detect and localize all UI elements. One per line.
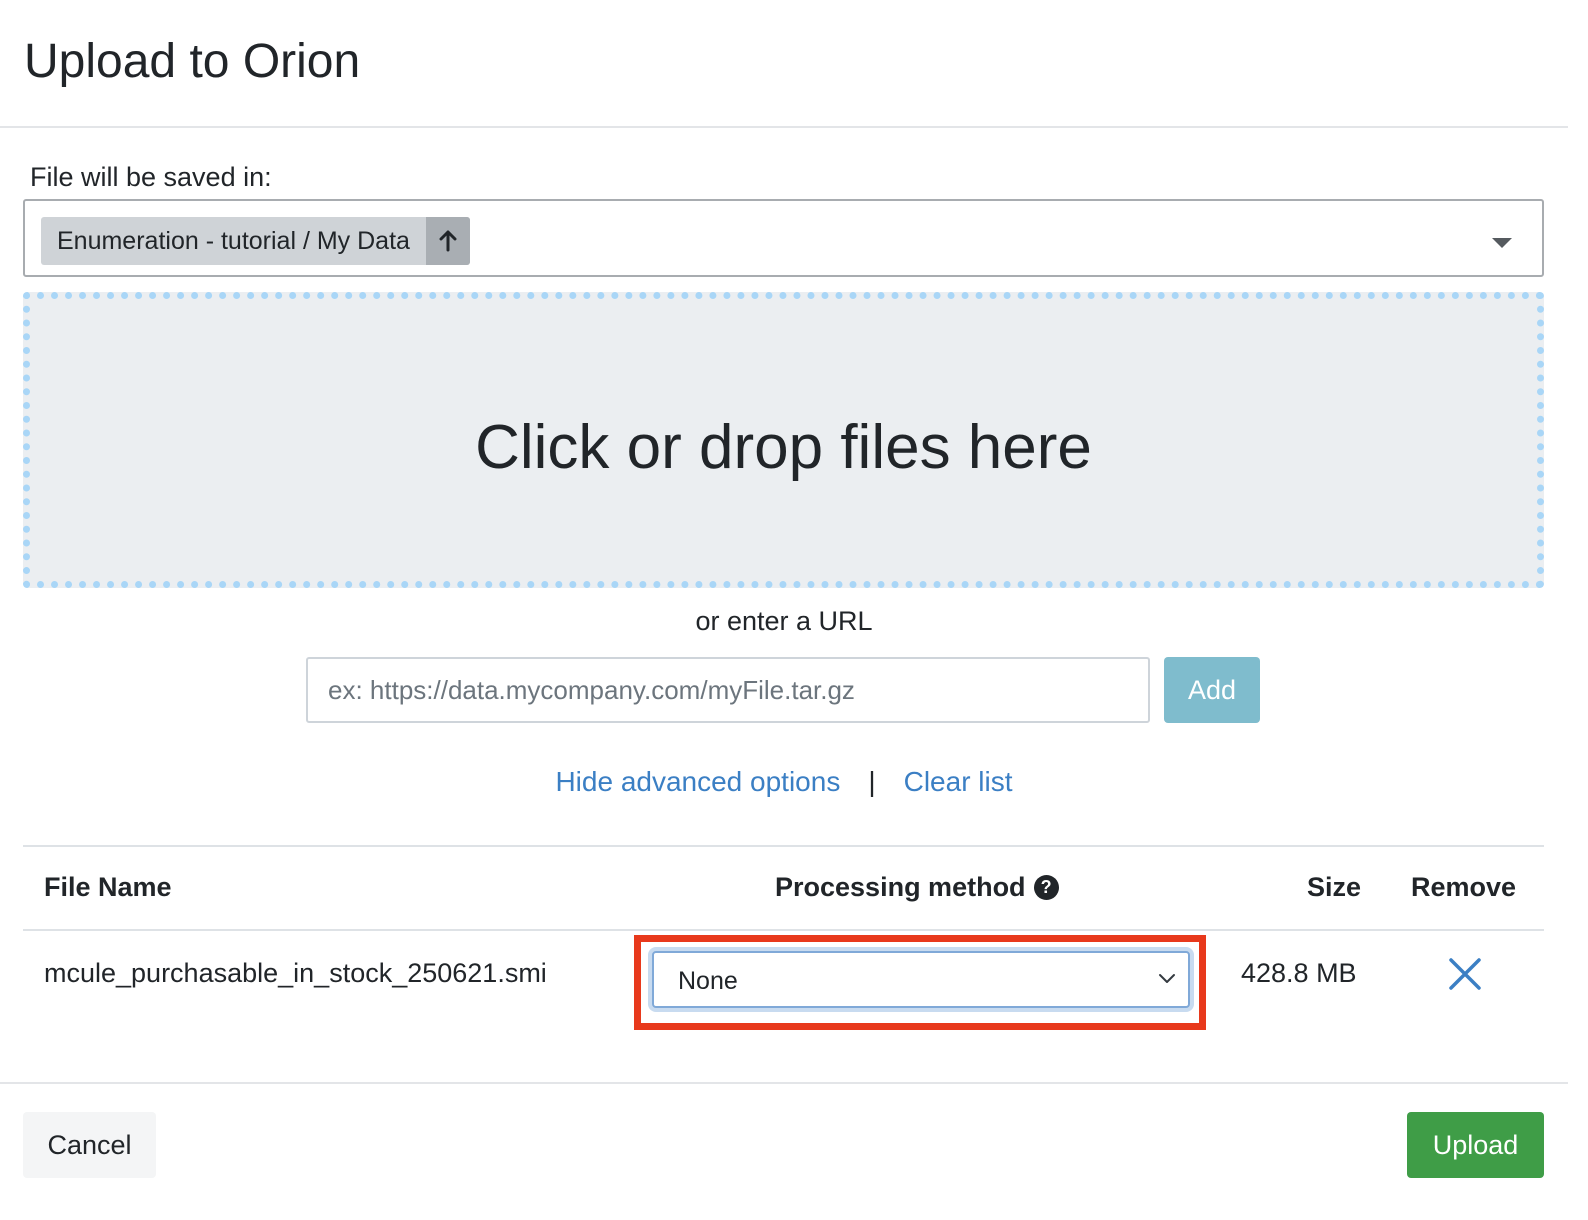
dropzone-text: Click or drop files here xyxy=(475,413,1092,482)
table-divider xyxy=(23,845,1544,847)
table-header-divider xyxy=(23,929,1544,931)
caret-down-icon[interactable] xyxy=(1492,238,1512,248)
header-remove: Remove xyxy=(1411,872,1517,902)
processing-method-select[interactable]: None xyxy=(652,951,1190,1008)
header-processing-method: Processing method ? xyxy=(775,872,1059,903)
header-size: Size xyxy=(1307,872,1362,902)
footer-divider xyxy=(0,1082,1568,1084)
arrow-up-icon[interactable] xyxy=(425,217,470,265)
options-links: Hide advanced options | Clear list xyxy=(0,766,1568,798)
destination-folder-select[interactable]: Enumeration - tutorial / My Data xyxy=(23,199,1544,277)
cancel-button[interactable]: Cancel xyxy=(23,1112,156,1178)
add-url-button[interactable]: Add xyxy=(1164,657,1260,723)
question-circle-icon[interactable]: ? xyxy=(1033,875,1059,900)
dialog-title: Upload to Orion xyxy=(24,35,361,88)
destination-label: File will be saved in: xyxy=(30,162,272,192)
clear-list-link[interactable]: Clear list xyxy=(904,766,1013,797)
upload-button[interactable]: Upload xyxy=(1407,1112,1544,1178)
hide-advanced-options-link[interactable]: Hide advanced options xyxy=(555,766,840,797)
file-name-cell: mcule_purchasable_in_stock_250621.smi xyxy=(44,958,547,988)
folder-tag-label: Enumeration - tutorial / My Data xyxy=(57,227,410,255)
processing-method-value: None xyxy=(678,967,738,995)
file-dropzone[interactable]: Click or drop files here xyxy=(23,292,1544,588)
dialog-header: Upload to Orion xyxy=(0,0,1568,128)
url-input[interactable] xyxy=(306,657,1150,723)
header-file-name: File Name xyxy=(44,872,172,902)
url-label: or enter a URL xyxy=(695,606,873,636)
folder-tag: Enumeration - tutorial / My Data xyxy=(41,217,470,265)
file-size-cell: 428.8 MB xyxy=(1241,958,1357,988)
header-processing-method-label: Processing method xyxy=(775,872,1026,902)
links-separator: | xyxy=(868,766,876,797)
chevron-down-icon xyxy=(1156,967,1178,994)
close-icon[interactable] xyxy=(1446,955,1484,993)
